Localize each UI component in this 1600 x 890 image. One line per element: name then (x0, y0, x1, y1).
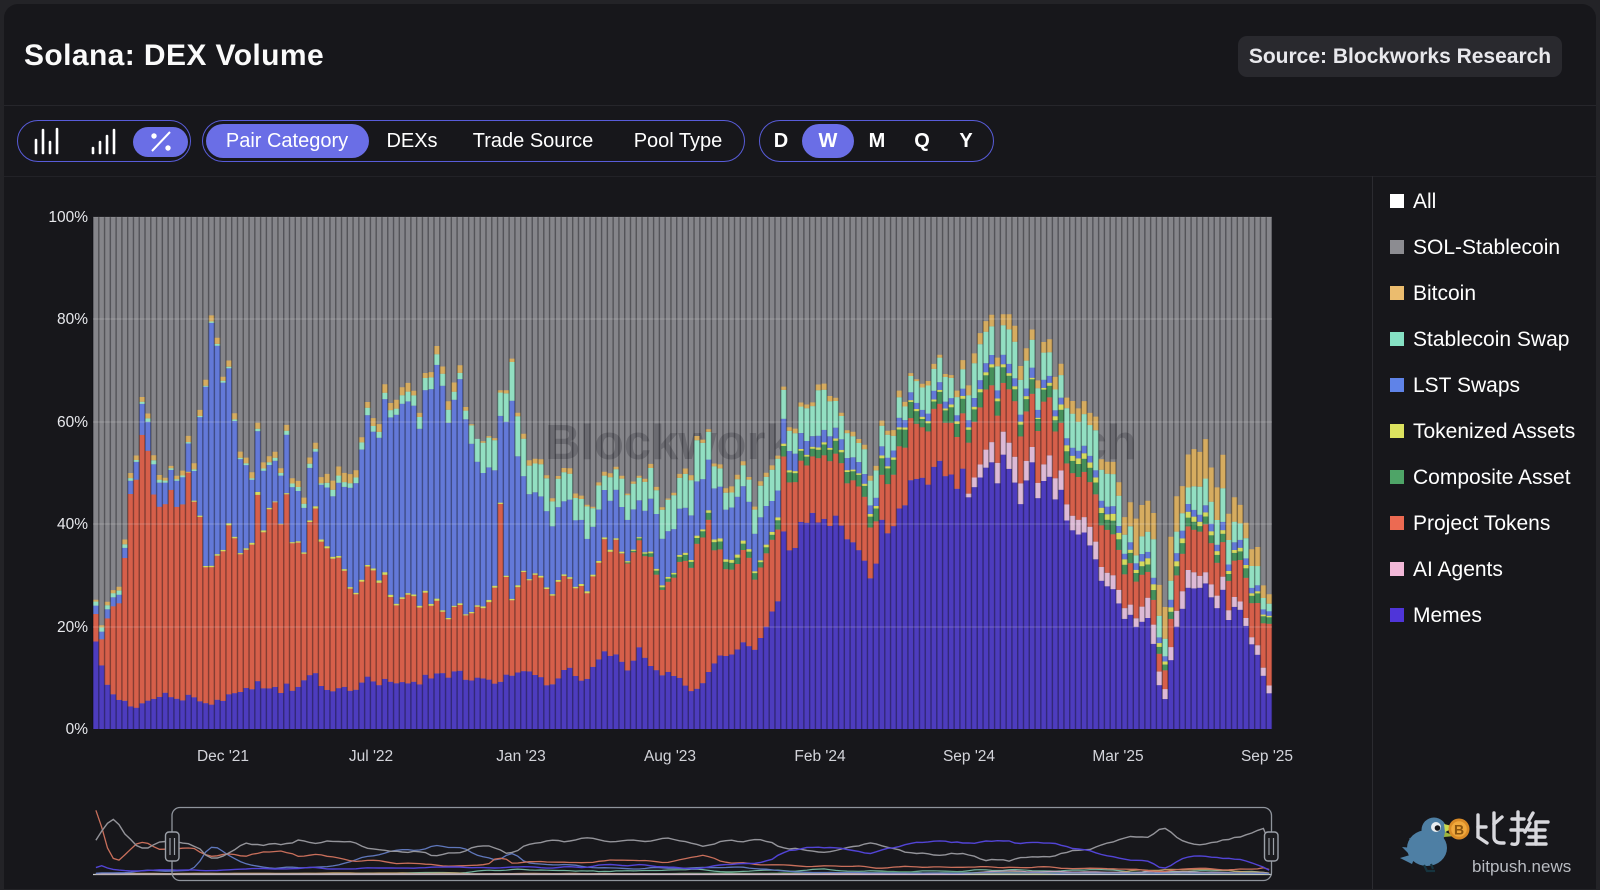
svg-text:60%: 60% (57, 414, 88, 431)
svg-text:20%: 20% (57, 619, 88, 636)
svg-text:Sep '24: Sep '24 (943, 748, 995, 765)
svg-text:Jul '22: Jul '22 (349, 748, 393, 765)
svg-text:Dec '21: Dec '21 (197, 748, 249, 765)
svg-text:Mar '25: Mar '25 (1092, 748, 1143, 765)
svg-text:Sep '25: Sep '25 (1241, 748, 1293, 765)
svg-text:80%: 80% (57, 311, 88, 328)
svg-text:Jan '23: Jan '23 (496, 748, 546, 765)
svg-text:Feb '24: Feb '24 (794, 748, 846, 765)
svg-text:Aug '23: Aug '23 (644, 748, 696, 765)
svg-text:bitpush.news: bitpush.news (1472, 857, 1571, 876)
svg-text:40%: 40% (57, 516, 88, 533)
svg-text:100%: 100% (48, 209, 88, 226)
svg-text:B: B (1454, 822, 1464, 838)
svg-text:0%: 0% (66, 721, 89, 738)
